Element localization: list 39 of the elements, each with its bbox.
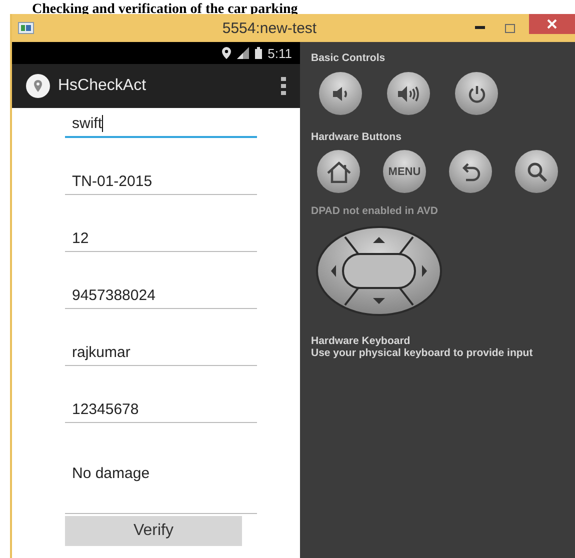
hardware-button[interactable]: [449, 150, 492, 193]
app-title: HsCheckAct: [58, 77, 148, 95]
input-field[interactable]: TN-01-2015: [65, 166, 257, 195]
hardware-button[interactable]: [515, 150, 558, 193]
window-title: 5554:new-test: [221, 20, 318, 36]
hardware-button[interactable]: MENU: [383, 150, 426, 193]
app-icon: [18, 22, 34, 34]
minimize-icon[interactable]: [475, 26, 485, 30]
section-title: Hardware Keyboard: [311, 335, 412, 347]
volume-up-icon: [396, 84, 420, 102]
section-title: Basic Controls: [311, 52, 386, 64]
hardware-button[interactable]: [317, 150, 360, 193]
close-button[interactable]: [529, 14, 575, 34]
keyboard-note: Use your physical keyboard to provide input: [311, 347, 534, 359]
clock-time: 5:11: [268, 46, 292, 60]
home-icon: [326, 160, 352, 182]
overflow-menu-icon[interactable]: [281, 77, 286, 95]
control-button[interactable]: [455, 72, 498, 115]
dpad-note: DPAD not enabled in AVD: [311, 205, 439, 217]
signal-icon: [236, 47, 249, 59]
input-field[interactable]: swift: [65, 108, 257, 138]
input-field[interactable]: rajkumar: [65, 337, 257, 366]
maximize-icon[interactable]: [505, 24, 515, 32]
battery-icon: [254, 47, 262, 59]
power-icon: [468, 84, 486, 102]
location-icon: [222, 47, 231, 59]
input-field[interactable]: No damage: [65, 451, 257, 514]
app-logo-icon: [26, 74, 50, 98]
control-button[interactable]: [387, 72, 430, 115]
input-field[interactable]: 9457388024: [65, 280, 257, 309]
back-icon: [460, 162, 480, 182]
section-title: Hardware Buttons: [311, 131, 402, 143]
volume-down-icon: [332, 86, 350, 102]
input-field[interactable]: 12345678: [65, 394, 257, 423]
verify-button[interactable]: Verify: [65, 516, 242, 546]
search-icon: [526, 160, 548, 182]
input-field[interactable]: 12: [65, 223, 257, 252]
control-button[interactable]: [319, 72, 362, 115]
close-icon: [547, 19, 557, 29]
